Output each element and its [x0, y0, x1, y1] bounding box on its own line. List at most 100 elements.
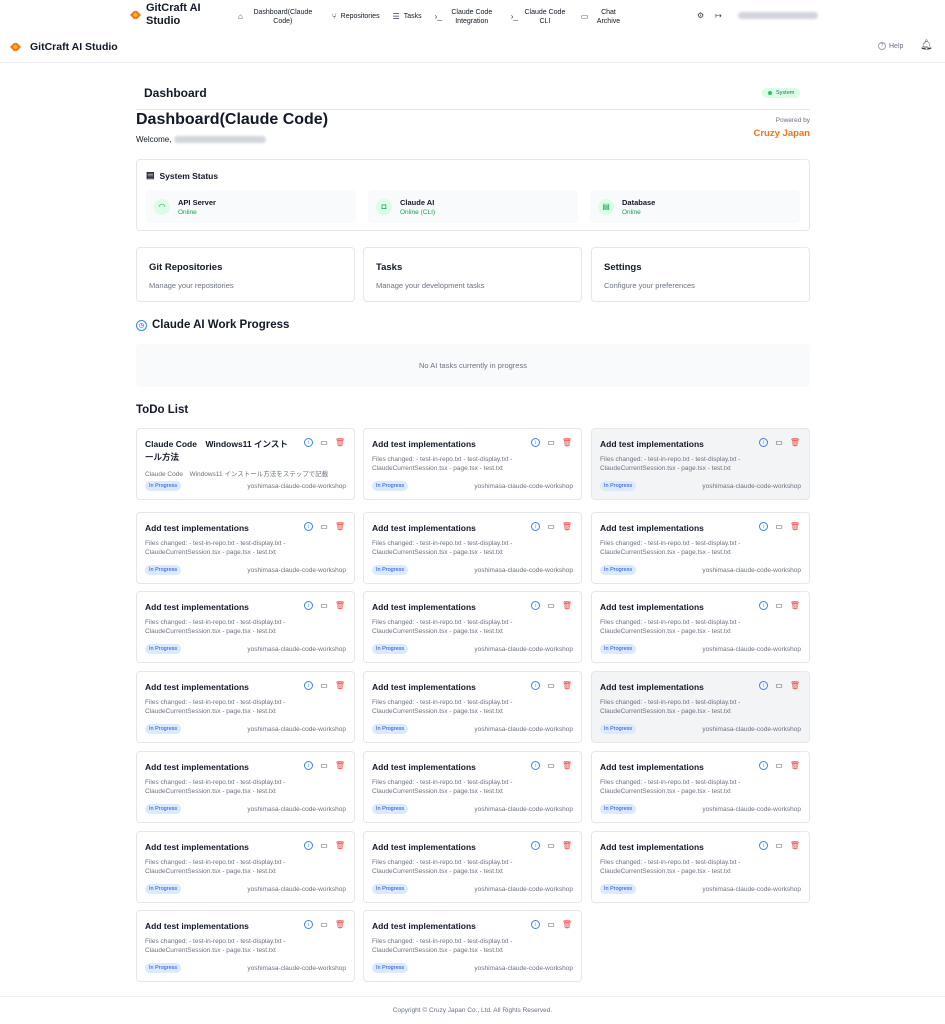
nav-repositories[interactable]: ⑂ Repositories	[332, 12, 380, 21]
archive-icon[interactable]: ▭	[547, 920, 555, 929]
card-tasks[interactable]: Tasks Manage your development tasks	[363, 247, 582, 302]
trash-icon[interactable]: 🗑︎	[335, 522, 345, 531]
nav-claude-code-cli[interactable]: ›_ Claude Code CLI	[511, 8, 568, 26]
archive-icon[interactable]: ▭	[320, 681, 328, 690]
trash-icon[interactable]: 🗑︎	[335, 438, 345, 447]
trash-icon[interactable]: 🗑︎	[790, 438, 800, 447]
archive-icon[interactable]: ▭	[320, 438, 328, 447]
info-icon[interactable]: i	[531, 841, 541, 850]
info-icon[interactable]: i	[304, 438, 314, 447]
todo-card[interactable]: Add test implementations i ▭ 🗑︎ Files change…	[591, 671, 810, 743]
todo-card[interactable]: Add test implementations i ▭ 🗑︎ Files change…	[363, 671, 582, 743]
status-value: Online	[622, 208, 641, 216]
todo-card[interactable]: Add test implementations i ▭ 🗑︎ Files change…	[363, 512, 582, 584]
todo-card[interactable]: Add test implementations i ▭ 🗑︎ Files change…	[136, 671, 355, 743]
trash-icon[interactable]: 🗑︎	[562, 761, 572, 770]
info-icon[interactable]: i	[304, 841, 314, 850]
todo-card[interactable]: Add test implementations i ▭ 🗑︎ Files change…	[136, 910, 355, 982]
todo-card[interactable]: Add test implementations i ▭ 🗑︎ Files change…	[136, 831, 355, 903]
settings-gear-icon[interactable]: ⚙	[697, 11, 704, 20]
todo-card[interactable]: Add test implementations i ▭ 🗑︎ Files change…	[136, 591, 355, 663]
trash-icon[interactable]: 🗑︎	[335, 681, 345, 690]
info-icon[interactable]: i	[759, 841, 769, 850]
archive-icon[interactable]: ▭	[547, 522, 555, 531]
company-link[interactable]: Cruzy Japan	[754, 128, 811, 139]
status-badge: In Progress	[145, 884, 182, 894]
card-settings[interactable]: Settings Configure your preferences	[591, 247, 810, 302]
todo-card[interactable]: Add test implementations i ▭ 🗑︎ Files change…	[591, 591, 810, 663]
info-icon[interactable]: i	[304, 681, 314, 690]
info-icon[interactable]: i	[304, 920, 314, 929]
info-icon[interactable]: i	[759, 761, 769, 770]
trash-icon[interactable]: 🗑︎	[335, 761, 345, 770]
nav-tasks[interactable]: ☰ Tasks	[393, 12, 422, 21]
trash-icon[interactable]: 🗑︎	[335, 841, 345, 850]
header-brand[interactable]: GitCraft AI Studio	[10, 41, 118, 53]
archive-icon[interactable]: ▭	[547, 841, 555, 850]
info-icon[interactable]: i	[531, 761, 541, 770]
trash-icon[interactable]: 🗑︎	[562, 681, 572, 690]
help-button[interactable]: ? Help	[878, 42, 903, 50]
info-icon[interactable]: i	[304, 761, 314, 770]
info-icon[interactable]: i	[531, 601, 541, 610]
trash-icon[interactable]: 🗑︎	[790, 841, 800, 850]
trash-icon[interactable]: 🗑︎	[335, 601, 345, 610]
archive-icon[interactable]: ▭	[547, 601, 555, 610]
archive-icon[interactable]: ▭	[775, 841, 783, 850]
nav-chat-archive[interactable]: ▭ Chat Archive	[581, 8, 625, 26]
todo-card[interactable]: Add test implementations i ▭ 🗑︎ Files change…	[363, 428, 582, 500]
archive-icon[interactable]: ▭	[320, 522, 328, 531]
archive-icon[interactable]: ▭	[775, 438, 783, 447]
archive-icon[interactable]: ▭	[775, 761, 783, 770]
archive-icon[interactable]: ▭	[320, 761, 328, 770]
todo-card[interactable]: Add test implementations i ▭ 🗑︎ Files change…	[591, 751, 810, 823]
archive-icon[interactable]: ▭	[775, 601, 783, 610]
todo-card[interactable]: Add test implementations i ▭ 🗑︎ Files change…	[591, 831, 810, 903]
todo-card[interactable]: Add test implementations i ▭ 🗑︎ Files change…	[363, 751, 582, 823]
archive-icon[interactable]: ▭	[775, 522, 783, 531]
archive-icon[interactable]: ▭	[320, 841, 328, 850]
todo-card[interactable]: Add test implementations i ▭ 🗑︎ Files change…	[363, 591, 582, 663]
archive-icon[interactable]: ▭	[547, 761, 555, 770]
trash-icon[interactable]: 🗑︎	[790, 761, 800, 770]
info-icon[interactable]: i	[759, 522, 769, 531]
info-icon[interactable]: i	[304, 601, 314, 610]
top-brand[interactable]: GitCraft AI Studio	[130, 2, 216, 28]
trash-icon[interactable]: 🗑︎	[562, 920, 572, 929]
info-icon[interactable]: i	[304, 522, 314, 531]
notification-bell-icon[interactable]: 🔔︎	[920, 40, 933, 51]
info-icon[interactable]: i	[759, 601, 769, 610]
info-icon[interactable]: i	[531, 438, 541, 447]
trash-icon[interactable]: 🗑︎	[790, 601, 800, 610]
todo-repo: yoshimasa-claude-code-workshop	[247, 483, 346, 490]
archive-icon[interactable]: ▭	[320, 920, 328, 929]
todo-card[interactable]: Claude Code Windows11 インストール方法 i ▭ 🗑︎ Claude…	[136, 428, 355, 500]
todo-card[interactable]: Add test implementations i ▭ 🗑︎ Files change…	[591, 512, 810, 584]
todo-card[interactable]: Add test implementations i ▭ 🗑︎ Files change…	[363, 831, 582, 903]
info-icon[interactable]: i	[531, 681, 541, 690]
trash-icon[interactable]: 🗑︎	[335, 920, 345, 929]
archive-icon[interactable]: ▭	[547, 438, 555, 447]
trash-icon[interactable]: 🗑︎	[790, 522, 800, 531]
nav-claude-code-integration[interactable]: ›_ Claude Code Integration	[435, 8, 498, 26]
nav-dashboard[interactable]: ⌂ Dashboard(Claude Code)	[238, 8, 319, 26]
todo-card[interactable]: Add test implementations i ▭ 🗑︎ Files change…	[136, 751, 355, 823]
info-icon[interactable]: i	[759, 681, 769, 690]
trash-icon[interactable]: 🗑︎	[562, 438, 572, 447]
todo-card[interactable]: Add test implementations i ▭ 🗑︎ Files change…	[591, 428, 810, 500]
card-git-repositories[interactable]: Git Repositories Manage your repositorie…	[136, 247, 355, 302]
info-icon[interactable]: i	[531, 522, 541, 531]
archive-icon[interactable]: ▭	[547, 681, 555, 690]
todo-title-text: Add test implementations	[372, 439, 476, 449]
info-icon[interactable]: i	[759, 438, 769, 447]
trash-icon[interactable]: 🗑︎	[562, 601, 572, 610]
todo-card[interactable]: Add test implementations i ▭ 🗑︎ Files change…	[363, 910, 582, 982]
trash-icon[interactable]: 🗑︎	[790, 681, 800, 690]
info-icon[interactable]: i	[531, 920, 541, 929]
archive-icon[interactable]: ▭	[775, 681, 783, 690]
archive-icon[interactable]: ▭	[320, 601, 328, 610]
logout-icon[interactable]: ↦	[715, 11, 722, 20]
trash-icon[interactable]: 🗑︎	[562, 522, 572, 531]
trash-icon[interactable]: 🗑︎	[562, 841, 572, 850]
todo-card[interactable]: Add test implementations i ▭ 🗑︎ Files change…	[136, 512, 355, 584]
